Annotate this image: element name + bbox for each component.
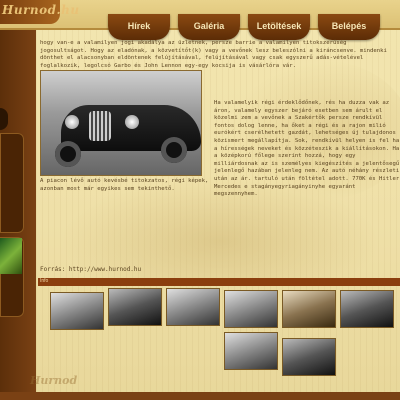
- car-wheel: [161, 137, 187, 163]
- gallery-thumbnail[interactable]: [108, 288, 162, 326]
- car-grille: [89, 111, 111, 141]
- gallery-strip-label: Info: [40, 278, 49, 284]
- main-car-photo[interactable]: [40, 70, 202, 176]
- gallery-thumbnail[interactable]: [282, 290, 336, 328]
- article-body-text: Ha valamelyik régi érdeklődőnek, rés ha …: [214, 100, 400, 198]
- page: Hurnod.hu Hírek Galéria Letöltések Belép…: [0, 0, 400, 400]
- nav-tab-galeria[interactable]: Galéria: [178, 14, 240, 40]
- gallery-thumbnail[interactable]: [166, 288, 220, 326]
- gallery-thumbnail[interactable]: [224, 290, 278, 328]
- logo-text: Hurnod.hu: [2, 3, 80, 17]
- nav-tab-hirek[interactable]: Hírek: [108, 14, 170, 40]
- photo-caption: A piacon lévő autó kevésbé titokzatos, r…: [40, 178, 209, 192]
- footer-logo-watermark: Hurnod: [30, 374, 78, 387]
- car-wheel: [55, 141, 81, 167]
- gallery-thumbnails: [50, 286, 400, 381]
- sidebar-banner-image[interactable]: [0, 238, 22, 274]
- sidebar-panel: [0, 133, 24, 233]
- article-intro-text: hogy van-e a valamilyen jogi akadálya az…: [40, 40, 387, 69]
- gallery-thumbnail[interactable]: [50, 292, 104, 330]
- car-headlamp: [125, 115, 139, 129]
- nav-tab-belepes[interactable]: Belépés: [318, 14, 380, 40]
- site-logo[interactable]: Hurnod.hu: [0, 0, 79, 24]
- gallery-thumbnail[interactable]: [224, 332, 278, 370]
- gallery-thumbnail[interactable]: [282, 338, 336, 376]
- car-headlamp: [65, 115, 79, 129]
- gallery-thumbnail[interactable]: [340, 290, 394, 328]
- main-nav: Hírek Galéria Letöltések Belépés: [108, 14, 388, 40]
- nav-tab-letoltesek[interactable]: Letöltések: [248, 14, 310, 40]
- footer-bar: [0, 392, 400, 400]
- gallery-header-strip: [38, 278, 400, 286]
- source-link[interactable]: Forrás: http://www.hurnod.hu: [40, 266, 240, 274]
